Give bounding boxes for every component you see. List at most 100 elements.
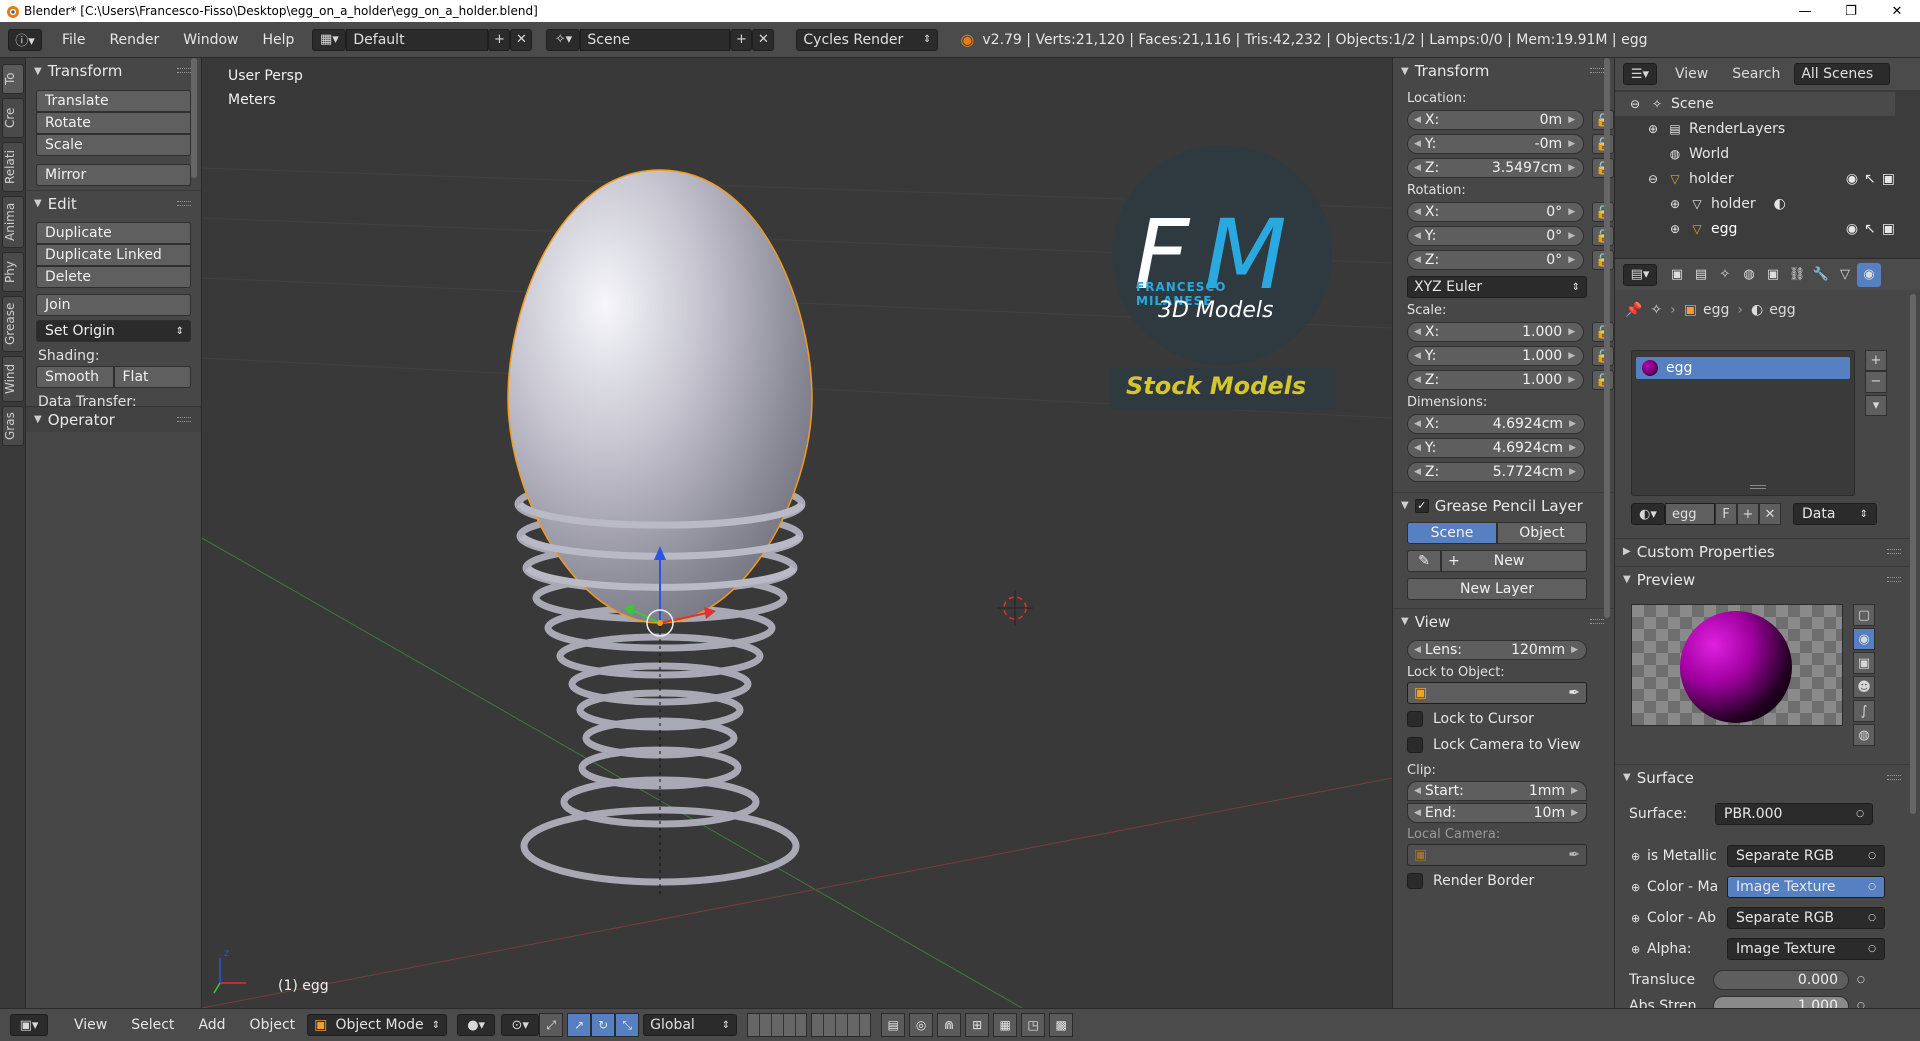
new-layer-button[interactable]: New Layer xyxy=(1407,578,1587,600)
outliner-row-renderlayers[interactable]: ⊕ ▤ RenderLayers xyxy=(1615,117,1895,141)
scale-z-field[interactable]: ◀ Z: 1.000 ▶ xyxy=(1407,370,1585,390)
scene-tab-icon[interactable]: ✧ xyxy=(1713,263,1737,287)
clip-start-field[interactable]: ◀ Start: 1mm ▶ xyxy=(1407,781,1587,801)
properties-editor-icon[interactable]: ▤▾ xyxy=(1623,263,1657,286)
new-material-icon[interactable]: + xyxy=(1737,503,1759,525)
expand-plus-icon[interactable]: ⊕ xyxy=(1667,221,1683,237)
modifiers-tab-icon[interactable]: 🔧 xyxy=(1809,263,1833,287)
grip-icon[interactable] xyxy=(1590,68,1604,73)
join-button[interactable]: Join xyxy=(36,294,191,316)
npanel-scrollbar[interactable] xyxy=(1604,58,1610,618)
render-border-checkbox[interactable] xyxy=(1407,873,1423,889)
cursor-select-icon[interactable]: ↖ xyxy=(1864,171,1876,187)
material-tab-icon[interactable]: ◉ xyxy=(1857,262,1881,287)
menu-select[interactable]: Select xyxy=(119,1017,186,1033)
add-layout-icon[interactable]: + xyxy=(488,28,511,51)
flat-button[interactable]: Flat xyxy=(113,366,191,388)
list-resize-grip[interactable] xyxy=(1750,485,1766,489)
rotate-button[interactable]: Rotate xyxy=(36,112,191,134)
expand-plus-icon[interactable]: ⊕ xyxy=(1631,881,1647,894)
location-z-field[interactable]: ◀ Z: 3.5497cm ▶ xyxy=(1407,158,1585,178)
menu-render[interactable]: Render xyxy=(97,32,171,48)
input-dropdown-alpha[interactable]: Image Texture ○ xyxy=(1727,938,1885,960)
menu-file[interactable]: File xyxy=(50,32,97,48)
scale-y-field[interactable]: ◀ Y: 1.000 ▶ xyxy=(1407,346,1585,366)
rotation-y-field[interactable]: ◀ Y: 0° ▶ xyxy=(1407,226,1585,246)
outliner-row-holder-mesh[interactable]: ⊕ ▽ holder ◐ xyxy=(1615,192,1895,216)
eye-icon[interactable]: ◉ xyxy=(1846,221,1858,237)
menu-add[interactable]: Add xyxy=(186,1017,237,1033)
expand-plus-icon[interactable]: ⊕ xyxy=(1631,850,1647,863)
snap-magnet-icon[interactable]: ⋒ xyxy=(937,1013,962,1037)
lock-cursor-row[interactable]: Lock to Cursor xyxy=(1393,704,1614,734)
tab-gras[interactable]: Gras xyxy=(2,406,24,446)
tab-relations[interactable]: Relati xyxy=(2,142,24,192)
screen-layout-field[interactable]: Default xyxy=(346,28,489,51)
rotate-manipulator-icon[interactable]: ↻ xyxy=(591,1013,616,1037)
minimize-button[interactable]: — xyxy=(1782,0,1828,22)
tab-create[interactable]: Cre xyxy=(2,98,24,138)
viewport-shading-icon[interactable]: ●▾ xyxy=(457,1014,496,1036)
tab-animation[interactable]: Anima xyxy=(2,196,24,248)
preview-sphere-icon[interactable]: ◉ xyxy=(1853,628,1875,650)
duplicate-button[interactable]: Duplicate xyxy=(36,222,191,244)
slot-menu-icon[interactable]: ▾ xyxy=(1865,394,1887,416)
close-button[interactable]: ✕ xyxy=(1874,0,1920,22)
set-origin-dropdown[interactable]: Set Origin ⇕ xyxy=(36,320,191,342)
transform-panel-header[interactable]: ▼ Transform xyxy=(26,58,201,84)
operator-panel-header[interactable]: ▼ Operator xyxy=(26,406,201,432)
scale-x-field[interactable]: ◀ X: 1.000 ▶ xyxy=(1407,322,1585,342)
3d-viewport[interactable]: F M z User Persp Meters (1) egg FRANCESC… xyxy=(202,58,1392,1008)
toolshelf-scrollbar[interactable] xyxy=(191,58,197,178)
remove-scene-icon[interactable]: ✕ xyxy=(752,28,775,51)
snap-target-icon[interactable]: ▦ xyxy=(993,1013,1018,1037)
abs-strength-slider[interactable]: 1.000 xyxy=(1713,996,1849,1008)
expand-plus-icon[interactable]: ⊕ xyxy=(1631,912,1647,925)
camera-render-icon[interactable]: ▣ xyxy=(1882,221,1895,237)
material-browse-icon[interactable]: ◐▾ xyxy=(1631,503,1665,525)
outliner-row-world[interactable]: ◍ World xyxy=(1615,142,1895,166)
material-link-dropdown[interactable]: Data ⇕ xyxy=(1793,503,1877,525)
lock-layers-icon[interactable]: ▤ xyxy=(881,1013,906,1037)
unlink-material-icon[interactable]: ✕ xyxy=(1759,503,1781,525)
outliner-search-menu[interactable]: Search xyxy=(1732,66,1780,82)
menu-help[interactable]: Help xyxy=(250,32,306,48)
pivot-point-icon[interactable]: ⊙▾ xyxy=(501,1014,540,1036)
translucence-slider[interactable]: 0.000 xyxy=(1713,970,1849,990)
grip-icon[interactable] xyxy=(177,417,191,422)
cursor-select-icon[interactable]: ↖ xyxy=(1864,221,1876,237)
surface-dropdown[interactable]: PBR.000 ○ xyxy=(1715,803,1873,825)
clip-end-field[interactable]: ◀ End: 10m ▶ xyxy=(1407,803,1587,823)
dimensions-x-field[interactable]: ◀ X: 4.6924cm ▶ xyxy=(1407,414,1585,434)
mirror-button[interactable]: Mirror xyxy=(36,164,191,186)
material-slot-list[interactable]: egg xyxy=(1631,350,1855,496)
lens-field[interactable]: ◀ Lens: 120mm ▶ xyxy=(1407,640,1587,660)
manipulator-toggle-icon[interactable]: ⤢ xyxy=(539,1013,564,1037)
location-y-field[interactable]: ◀ Y: -0m ▶ xyxy=(1407,134,1585,154)
node-socket-icon[interactable]: ○ xyxy=(1857,1001,1865,1008)
layers-6-10[interactable] xyxy=(811,1013,872,1037)
render-animation-icon[interactable]: ▩ xyxy=(1049,1013,1074,1037)
duplicate-linked-button[interactable]: Duplicate Linked xyxy=(36,244,191,266)
lock-object-field[interactable]: ▣ ✒ xyxy=(1407,682,1587,704)
node-socket-icon[interactable]: ○ xyxy=(1857,975,1865,985)
preview-monkey-icon[interactable]: ☻ xyxy=(1853,676,1875,698)
constraints-tab-icon[interactable]: ⛓ xyxy=(1785,263,1809,287)
lock-camera-row[interactable]: Lock Camera to View xyxy=(1393,734,1614,756)
translate-manipulator-icon[interactable]: ↗ xyxy=(567,1013,592,1037)
add-slot-icon[interactable]: + xyxy=(1865,350,1887,372)
grease-new-button[interactable]: + New xyxy=(1441,550,1587,572)
scene-icon[interactable]: ✧▾ xyxy=(546,28,581,51)
tab-wind[interactable]: Wind xyxy=(2,356,24,402)
scene-field[interactable]: Scene xyxy=(580,28,731,51)
render-opengl-icon[interactable]: ◳ xyxy=(1021,1013,1046,1037)
preview-cube-icon[interactable]: ▣ xyxy=(1853,652,1875,674)
preview-plane-icon[interactable]: ▢ xyxy=(1853,604,1875,626)
grease-pencil-header[interactable]: ▼ ✓ Grease Pencil Layer xyxy=(1393,492,1614,518)
outliner-view-menu[interactable]: View xyxy=(1675,66,1708,82)
3d-cursor-icon[interactable] xyxy=(997,590,1033,626)
expand-plus-icon[interactable]: ⊕ xyxy=(1631,943,1647,956)
outliner-row-holder[interactable]: ⊖ ▽ holder ◉ ↖ ▣ xyxy=(1615,167,1895,191)
dimensions-z-field[interactable]: ◀ Z: 5.7724cm ▶ xyxy=(1407,462,1585,482)
dimensions-y-field[interactable]: ◀ Y: 4.6924cm ▶ xyxy=(1407,438,1585,458)
